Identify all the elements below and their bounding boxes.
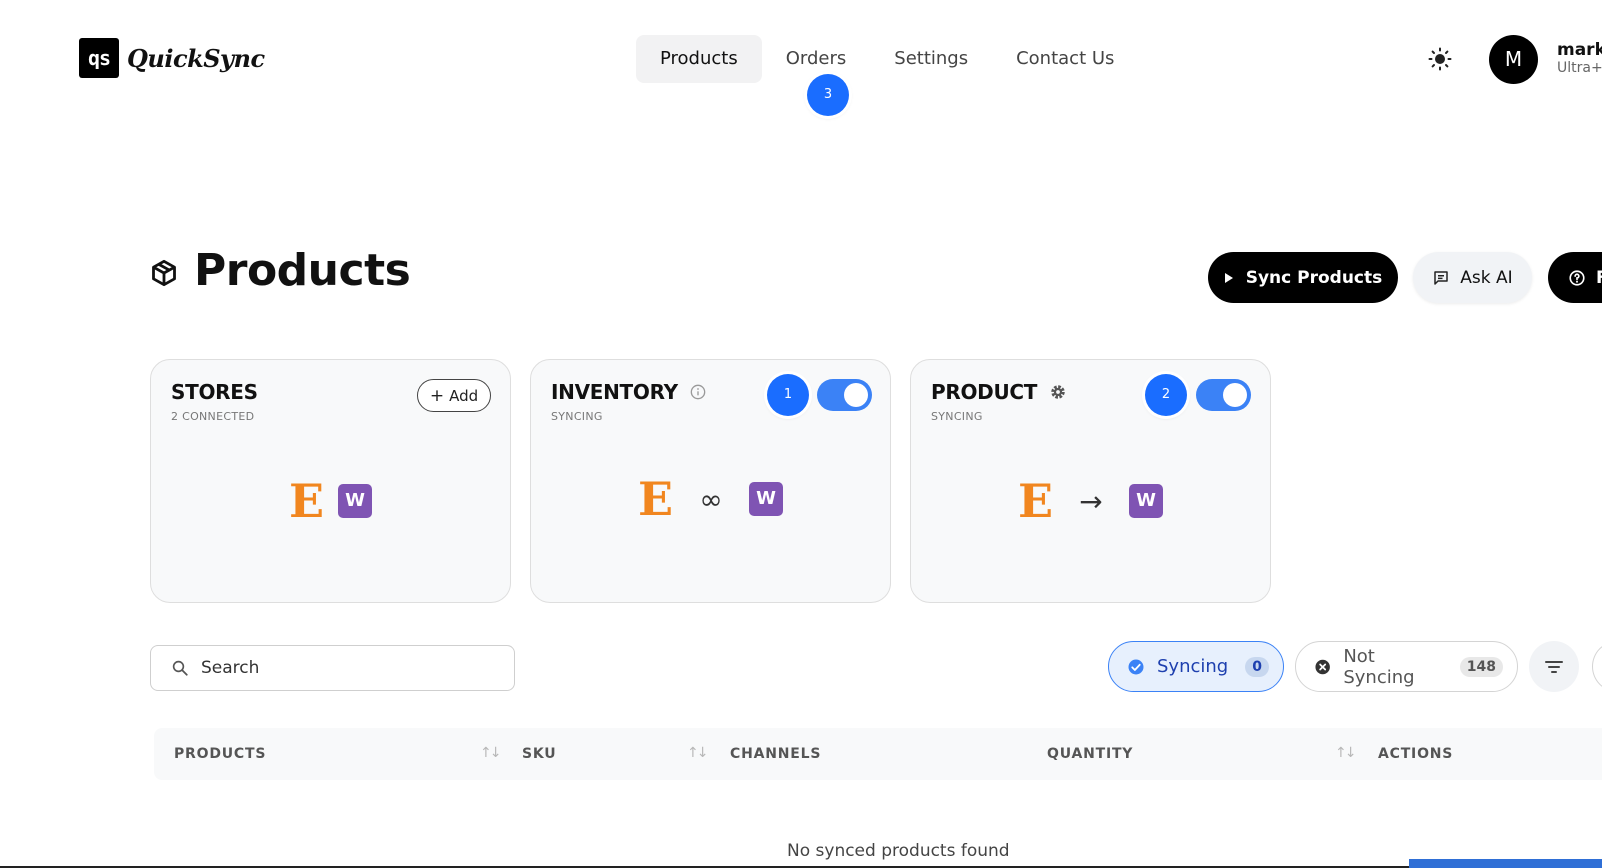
more-options-button[interactable] [1592,641,1602,692]
inventory-sync-toggle[interactable] [817,379,872,411]
woocommerce-icon: W [338,484,373,518]
sort-sku-icon[interactable]: ↑↓ [687,745,709,761]
orders-count-badge: 3 [807,74,849,116]
help-button[interactable]: F [1548,252,1602,303]
logo-mark: qs [79,38,119,78]
nav-item-orders[interactable]: Orders [762,35,871,83]
product-card-title: PRODUCT [931,380,1067,404]
add-store-label: Add [449,386,479,405]
inventory-card: INVENTORY SYNCING 1 E ∞ W [530,359,891,603]
play-icon [1224,272,1233,283]
col-products[interactable]: PRODUCTS [174,746,266,762]
filter-syncing-count: 0 [1245,656,1269,677]
gear-icon[interactable] [1049,383,1067,401]
col-quantity[interactable]: QUANTITY [1047,746,1133,762]
plus-icon: + [429,385,445,406]
app-logo[interactable]: qs QuickSync [79,38,265,78]
stores-title-text: STORES [171,380,258,404]
check-circle-icon [1128,659,1144,674]
bottom-action-bar[interactable] [1409,859,1602,868]
user-plan: Ultra+ [1557,60,1602,76]
stores-card-title: STORES [171,380,258,404]
stores-logos: E W [151,478,510,524]
filter-menu-button[interactable] [1529,641,1579,692]
col-actions: ACTIONS [1378,746,1454,762]
products-table-header: PRODUCTS ↑↓ SKU ↑↓ CHANNELS QUANTITY ↑↓ … [154,728,1602,780]
etsy-icon: E [1017,474,1054,528]
filter-syncing-label: Syncing [1157,656,1229,677]
infinity-icon: ∞ [699,482,723,516]
col-channels: CHANNELS [730,746,822,762]
woocommerce-icon: W [1129,484,1164,518]
info-icon[interactable] [690,384,706,400]
product-title-text: PRODUCT [931,380,1038,404]
search-input[interactable] [201,658,481,678]
help-label: F [1596,267,1602,288]
product-sync-toggle[interactable] [1196,379,1251,411]
chat-icon [1434,270,1449,285]
stores-card: STORES 2 CONNECTED + Add E W [150,359,511,603]
filter-not-syncing[interactable]: Not Syncing 148 [1295,641,1518,692]
filter-icon [1545,660,1563,673]
ask-ai-button[interactable]: Ask AI [1413,252,1532,303]
user-avatar[interactable]: M [1489,35,1538,84]
add-store-button[interactable]: + Add [417,379,491,412]
page-title: Products [194,245,411,296]
product-card: PRODUCT SYNCING 2 E → W [910,359,1271,603]
product-card-subtitle: SYNCING [931,410,983,423]
sync-products-button[interactable]: Sync Products [1208,252,1398,303]
product-step-badge: 2 [1145,374,1187,416]
filter-not-syncing-count: 148 [1459,656,1503,677]
arrow-right-icon: → [1079,484,1103,518]
etsy-icon: E [637,472,674,526]
stores-card-subtitle: 2 CONNECTED [171,410,255,423]
x-circle-icon [1315,659,1330,674]
sort-quantity-icon[interactable]: ↑↓ [1335,745,1357,761]
inventory-logos: E ∞ W [531,476,890,522]
inventory-card-subtitle: SYNCING [551,410,603,423]
inventory-step-badge: 1 [767,374,809,416]
search-box [150,645,515,691]
help-circle-icon [1569,269,1585,286]
nav-item-products[interactable]: Products [636,35,762,83]
sort-products-icon[interactable]: ↑↓ [480,745,502,761]
empty-state-message: No synced products found [787,841,1010,861]
user-name: mark [1557,40,1602,60]
sync-products-label: Sync Products [1245,267,1383,288]
filter-not-syncing-label: Not Syncing [1343,645,1415,688]
search-icon [172,660,188,676]
main-nav: Products Orders Settings Contact Us [636,35,1138,83]
col-sku[interactable]: SKU [522,746,556,762]
inventory-card-title: INVENTORY [551,380,706,404]
sun-icon[interactable] [1428,47,1452,71]
ask-ai-label: Ask AI [1460,267,1513,288]
nav-item-settings[interactable]: Settings [870,35,992,83]
product-logos: E → W [911,478,1270,524]
woocommerce-icon: W [749,482,784,516]
inventory-title-text: INVENTORY [551,380,678,404]
cube-icon [152,259,176,287]
nav-item-contact-us[interactable]: Contact Us [992,35,1138,83]
filter-syncing[interactable]: Syncing 0 [1108,641,1284,692]
etsy-icon: E [288,474,325,528]
logo-text: QuickSync [127,43,265,73]
